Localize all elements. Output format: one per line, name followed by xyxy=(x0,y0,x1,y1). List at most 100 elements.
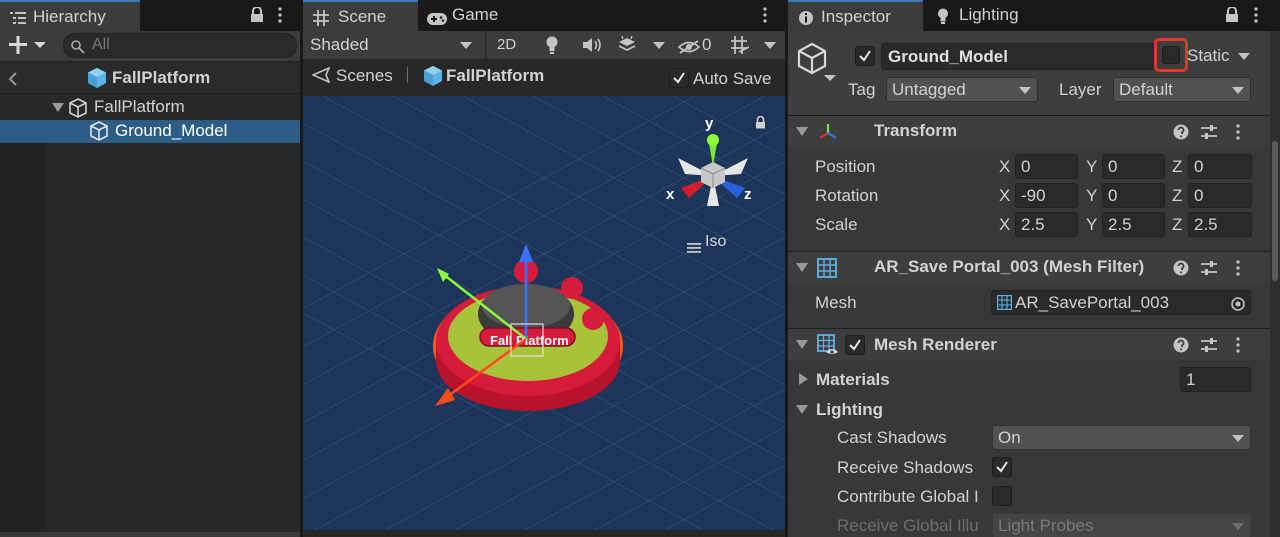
kebab-menu-icon[interactable] xyxy=(1236,260,1240,281)
contribute-gi-checkbox[interactable] xyxy=(992,486,1012,506)
scale-y-field[interactable]: 2.5 xyxy=(1102,212,1165,237)
axis-z-label[interactable]: Z xyxy=(1172,215,1182,235)
receive-gi-dropdown: Light Probes xyxy=(992,513,1251,537)
inspector-scrollbar-thumb[interactable] xyxy=(1272,141,1278,281)
receive-shadows-checkbox[interactable] xyxy=(992,457,1012,477)
list-item[interactable]: FallPlatform xyxy=(0,96,300,120)
effects-icon[interactable] xyxy=(617,35,637,59)
breadcrumb-current[interactable]: FallPlatform xyxy=(446,66,544,86)
breadcrumb-root[interactable]: Scenes xyxy=(336,66,393,86)
hierarchy-search-input[interactable]: All xyxy=(63,33,297,58)
tag-dropdown[interactable]: Untagged xyxy=(886,77,1038,102)
position-y-field[interactable]: 0 xyxy=(1102,154,1165,179)
active-checkbox[interactable] xyxy=(855,46,875,66)
fold-arrow-icon[interactable] xyxy=(796,340,808,349)
expand-arrow-icon[interactable] xyxy=(799,373,808,385)
grid-snap-icon[interactable] xyxy=(728,35,750,60)
lighting-foldout[interactable]: Lighting xyxy=(788,395,1270,423)
scene-viewport[interactable]: Fall Platform y x z Iso xyxy=(303,96,785,530)
list-item-selected[interactable]: Ground_Model xyxy=(0,120,300,143)
tab-game[interactable]: Game xyxy=(421,0,521,31)
hierarchy-panel: Hierarchy All FallPlatform FallPlatform xyxy=(0,0,300,537)
chevron-down-icon xyxy=(1232,523,1244,530)
mesh-icon xyxy=(996,294,1013,315)
gameobject-large-icon[interactable] xyxy=(796,41,836,90)
presets-icon[interactable] xyxy=(1201,260,1217,281)
help-icon[interactable] xyxy=(1173,337,1189,358)
lock-icon[interactable] xyxy=(250,6,264,28)
hierarchy-scene-name: FallPlatform xyxy=(112,68,211,87)
kebab-menu-icon[interactable] xyxy=(1236,337,1240,358)
toggle-2d-button[interactable]: 2D xyxy=(491,31,527,59)
presets-icon[interactable] xyxy=(1201,124,1217,145)
fold-arrow-icon[interactable] xyxy=(796,405,808,414)
audio-icon[interactable] xyxy=(583,37,603,58)
mesh-renderer-enabled-checkbox[interactable] xyxy=(845,335,865,355)
lock-icon[interactable] xyxy=(755,114,766,134)
shading-mode-dropdown[interactable]: Shaded xyxy=(303,31,481,59)
cast-shadows-dropdown[interactable]: On xyxy=(992,425,1251,450)
position-x-field[interactable]: 0 xyxy=(1015,154,1078,179)
kebab-menu-icon[interactable] xyxy=(278,7,282,28)
layer-dropdown[interactable]: Default xyxy=(1113,77,1251,102)
mesh-renderer-header[interactable]: Mesh Renderer xyxy=(788,328,1270,360)
fold-arrow-icon[interactable] xyxy=(796,263,808,272)
lock-icon[interactable] xyxy=(1225,6,1239,28)
tab-scene[interactable]: Scene xyxy=(303,0,418,31)
tab-hierarchy[interactable]: Hierarchy xyxy=(0,0,140,31)
object-picker-icon[interactable] xyxy=(1231,296,1245,316)
kebab-menu-icon[interactable] xyxy=(1254,7,1258,28)
hidden-objects-toggle[interactable]: 0 xyxy=(671,31,719,59)
mesh-object-field[interactable]: AR_SavePortal_003 xyxy=(991,290,1251,315)
projection-label[interactable]: Iso xyxy=(705,233,726,251)
help-icon[interactable] xyxy=(1173,124,1189,145)
axis-z-label[interactable]: Z xyxy=(1172,157,1182,177)
presets-icon[interactable] xyxy=(1201,337,1217,358)
axis-x-label[interactable]: X xyxy=(999,157,1010,177)
hierarchy-scrollbar[interactable] xyxy=(0,532,300,537)
expand-arrow-icon[interactable] xyxy=(52,103,64,112)
kebab-menu-icon[interactable] xyxy=(763,7,767,28)
add-object-button[interactable] xyxy=(9,36,46,59)
layer-value: Default xyxy=(1119,80,1173,99)
scale-z-value: 2.5 xyxy=(1194,215,1218,234)
axis-x-label[interactable]: X xyxy=(999,186,1010,206)
toolbar-divider xyxy=(485,31,486,59)
transform-handles[interactable] xyxy=(433,244,563,414)
mesh-filter-header[interactable]: AR_Save Portal_003 (Mesh Filter) xyxy=(788,251,1270,283)
static-checkbox[interactable] xyxy=(1162,46,1180,64)
list-item-label: FallPlatform xyxy=(94,97,185,116)
axis-y-label[interactable]: Y xyxy=(1086,157,1097,177)
orientation-gizmo[interactable] xyxy=(663,126,763,226)
position-z-field[interactable]: 0 xyxy=(1188,154,1252,179)
unity-scenes-icon[interactable] xyxy=(311,66,331,88)
chevron-down-icon xyxy=(1019,87,1031,94)
axis-y-label[interactable]: Y xyxy=(1086,186,1097,206)
fold-arrow-icon[interactable] xyxy=(796,127,808,136)
scale-x-field[interactable]: 2.5 xyxy=(1015,212,1078,237)
tab-lighting[interactable]: Lighting xyxy=(926,0,1056,31)
axis-y-label[interactable]: Y xyxy=(1086,215,1097,235)
back-arrow-icon[interactable] xyxy=(8,71,18,91)
materials-count-field[interactable]: 1 xyxy=(1180,367,1251,392)
lightbulb-icon[interactable] xyxy=(545,36,559,59)
object-name-field[interactable]: Ground_Model xyxy=(881,43,1156,70)
chevron-down-icon[interactable] xyxy=(653,42,665,49)
auto-save-checkbox[interactable] xyxy=(669,68,689,88)
list-item-label: Ground_Model xyxy=(115,121,228,140)
scale-z-field[interactable]: 2.5 xyxy=(1188,212,1252,237)
transform-header[interactable]: Transform xyxy=(788,115,1270,147)
inspector-scrollbar-track[interactable] xyxy=(1270,31,1280,537)
tab-inspector[interactable]: Inspector xyxy=(788,0,923,31)
search-placeholder: All xyxy=(92,36,110,53)
help-icon[interactable] xyxy=(1173,260,1189,281)
kebab-menu-icon[interactable] xyxy=(1236,124,1240,145)
axis-x-label[interactable]: X xyxy=(999,215,1010,235)
rotation-x-field[interactable]: -90 xyxy=(1015,183,1078,208)
static-highlight-frame xyxy=(1154,38,1188,72)
chevron-down-icon[interactable] xyxy=(764,42,776,49)
static-dropdown-chevron[interactable] xyxy=(1238,53,1250,60)
rotation-y-field[interactable]: 0 xyxy=(1102,183,1165,208)
axis-z-label[interactable]: Z xyxy=(1172,186,1182,206)
rotation-z-field[interactable]: 0 xyxy=(1188,183,1252,208)
